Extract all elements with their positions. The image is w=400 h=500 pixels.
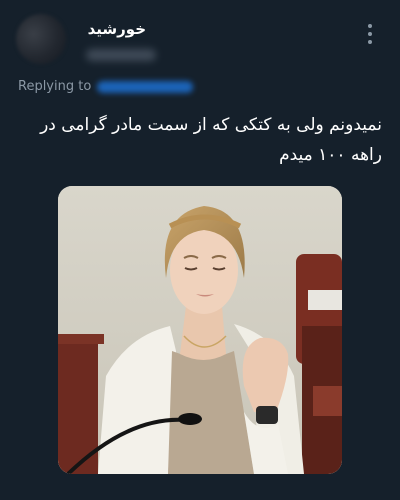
- author-handle-redacted: [86, 49, 156, 61]
- author-display-name[interactable]: خورشید: [88, 20, 146, 38]
- photo-image: [58, 186, 342, 474]
- avatar[interactable]: [16, 14, 66, 64]
- reply-handle-link-redacted[interactable]: [97, 80, 194, 93]
- replying-to: Replying to: [18, 79, 194, 94]
- replying-to-label: Replying to: [18, 79, 92, 94]
- tweet-text: نمیدونم ولی به کتکی که از سمت مادر گرامی…: [40, 115, 382, 165]
- tweet-photo[interactable]: [58, 186, 342, 474]
- more-vertical-icon[interactable]: [362, 22, 378, 46]
